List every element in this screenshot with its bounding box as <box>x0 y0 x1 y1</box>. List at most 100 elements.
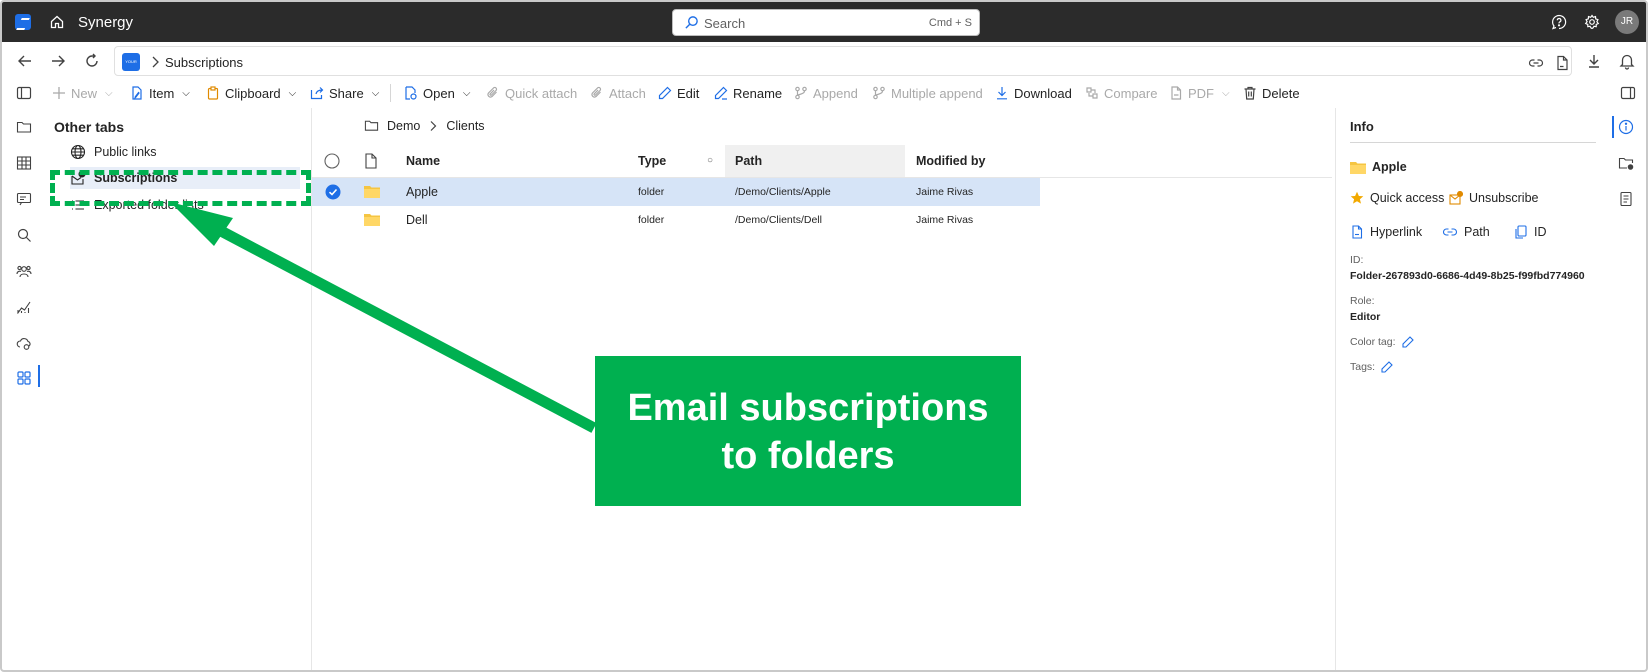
top-bar: Synergy Search Cmd + S JR <box>2 2 1646 42</box>
info-item-label: Apple <box>1372 160 1407 174</box>
callout-line-1: Email subscriptions <box>627 387 989 429</box>
toolbar-divider <box>390 84 391 102</box>
quick-access-button[interactable]: Quick access <box>1350 191 1444 205</box>
multiple-append-label: Multiple append <box>891 85 983 101</box>
edit-button[interactable]: Edit <box>658 83 699 103</box>
quick-access-label: Quick access <box>1370 191 1445 205</box>
back-arrow-icon[interactable] <box>16 52 34 70</box>
address-crumb[interactable]: Subscriptions <box>165 55 243 70</box>
open-button[interactable]: Open ⌵ <box>404 83 470 103</box>
search-placeholder: Search <box>704 16 746 31</box>
app-logo-icon[interactable] <box>15 14 31 30</box>
quick-attach-button[interactable]: Quick attach <box>486 83 577 103</box>
search-input[interactable]: Search Cmd + S <box>672 9 980 36</box>
item-button[interactable]: Item ⌵ <box>130 83 190 103</box>
chevron-down-icon: ⌵ <box>105 87 113 99</box>
delete-label: Delete <box>1262 85 1300 101</box>
clipboard-button-label: Clipboard <box>225 85 281 101</box>
new-button[interactable]: New ⌵ <box>52 83 113 103</box>
new-button-label: New <box>71 85 98 101</box>
edit-label: Edit <box>677 85 700 101</box>
chat-icon[interactable] <box>16 191 32 207</box>
table-row[interactable]: Apple folder /Demo/Clients/Apple Jaime R… <box>312 178 1040 206</box>
pdf-button[interactable]: PDF ⌵ <box>1169 83 1230 103</box>
compare-button[interactable]: Compare <box>1085 83 1157 103</box>
path-button[interactable]: Path <box>1442 225 1490 239</box>
column-header-type[interactable]: Type <box>638 145 666 177</box>
id-button[interactable]: ID <box>1514 225 1547 239</box>
download-button[interactable]: Download <box>995 83 1072 103</box>
column-header-modified-by[interactable]: Modified by <box>916 145 985 177</box>
analytics-icon[interactable] <box>16 299 32 315</box>
unsubscribe-button[interactable]: Unsubscribe <box>1449 191 1538 205</box>
home-icon[interactable] <box>49 14 65 30</box>
star-icon <box>1350 191 1364 204</box>
breadcrumb-item[interactable]: Clients <box>446 119 484 133</box>
globe-icon <box>70 144 86 160</box>
info-icon[interactable] <box>1618 119 1634 135</box>
document-icon[interactable] <box>1618 191 1634 207</box>
apps-grid-icon[interactable] <box>16 370 32 386</box>
pencil-icon[interactable] <box>1381 361 1393 373</box>
cell-name[interactable]: Dell <box>406 206 428 234</box>
chevron-down-icon: ⌵ <box>462 87 471 99</box>
rename-button[interactable]: Rename <box>714 83 782 103</box>
folder-settings-icon[interactable] <box>1618 155 1634 171</box>
download-icon[interactable] <box>1585 52 1603 70</box>
breadcrumb-item[interactable]: Demo <box>387 119 420 133</box>
quick-attach-label: Quick attach <box>505 85 578 101</box>
address-bar[interactable]: YOUR LOGO HERE Subscriptions <box>114 46 1572 100</box>
item-button-label: Item <box>149 85 175 101</box>
append-label: Append <box>813 85 858 101</box>
refresh-icon[interactable] <box>83 52 101 70</box>
attach-button[interactable]: Attach <box>590 83 646 103</box>
info-panel-title: Info <box>1350 119 1374 134</box>
table-row[interactable]: Dell folder /Demo/Clients/Dell Jaime Riv… <box>312 206 1040 234</box>
rename-label: Rename <box>733 85 783 101</box>
command-toolbar: New ⌵ Item ⌵ Clipboard ⌵ Share ⌵ Open ⌵ Quick… <box>2 78 1646 108</box>
link-icon[interactable] <box>1528 55 1544 71</box>
table-icon[interactable] <box>16 155 32 171</box>
pencil-icon[interactable] <box>1401 336 1414 348</box>
hyperlink-button[interactable]: Hyperlink <box>1350 225 1422 239</box>
share-button[interactable]: Share ⌵ <box>310 83 379 103</box>
user-avatar[interactable]: JR <box>1615 10 1639 34</box>
people-icon[interactable] <box>16 263 32 279</box>
chevron-down-icon: ⌵ <box>288 87 297 99</box>
help-icon[interactable] <box>1551 14 1567 30</box>
compare-label: Compare <box>1104 85 1158 101</box>
sort-indicator-icon[interactable]: ○ <box>707 155 713 166</box>
sidebar-item-public-links[interactable]: Public links <box>70 141 300 163</box>
column-header-name[interactable]: Name <box>406 145 440 177</box>
folder-outline-icon <box>364 120 379 131</box>
append-button[interactable]: Append <box>794 83 858 103</box>
clipboard-button[interactable]: Clipboard ⌵ <box>206 83 296 103</box>
toggle-info-panel-icon[interactable] <box>1620 85 1636 101</box>
cell-type: folder <box>638 214 665 226</box>
cell-name[interactable]: Apple <box>406 178 438 206</box>
column-header-path[interactable]: Path <box>725 145 905 177</box>
select-all-checkbox[interactable] <box>324 153 340 169</box>
folder-outline-icon[interactable] <box>16 119 32 135</box>
forward-arrow-icon[interactable] <box>49 52 67 70</box>
id-field-label: ID: <box>1350 254 1364 266</box>
hyperlink-label: Hyperlink <box>1370 225 1423 239</box>
search-icon <box>685 16 698 29</box>
color-tag-field: Color tag: <box>1350 336 1414 348</box>
right-rail <box>1599 108 1646 670</box>
color-tag-label: Color tag: <box>1350 336 1396 348</box>
sidebar-item-label: Public links <box>94 145 157 159</box>
subscriptions-highlight-box <box>50 170 311 206</box>
bell-icon[interactable] <box>1618 52 1636 70</box>
folder-icon <box>364 214 380 226</box>
paperclip-icon <box>591 86 602 98</box>
delete-button[interactable]: Delete <box>1243 83 1300 103</box>
multiple-append-button[interactable]: Multiple append <box>872 83 983 103</box>
gear-icon[interactable] <box>1584 14 1600 30</box>
cloud-icon[interactable] <box>16 335 32 351</box>
document-link-icon[interactable] <box>1554 55 1570 71</box>
search-icon[interactable] <box>16 227 32 243</box>
info-divider <box>1350 142 1596 143</box>
toggle-sidebar-icon[interactable] <box>16 85 32 101</box>
checked-circle-icon[interactable] <box>325 184 341 200</box>
